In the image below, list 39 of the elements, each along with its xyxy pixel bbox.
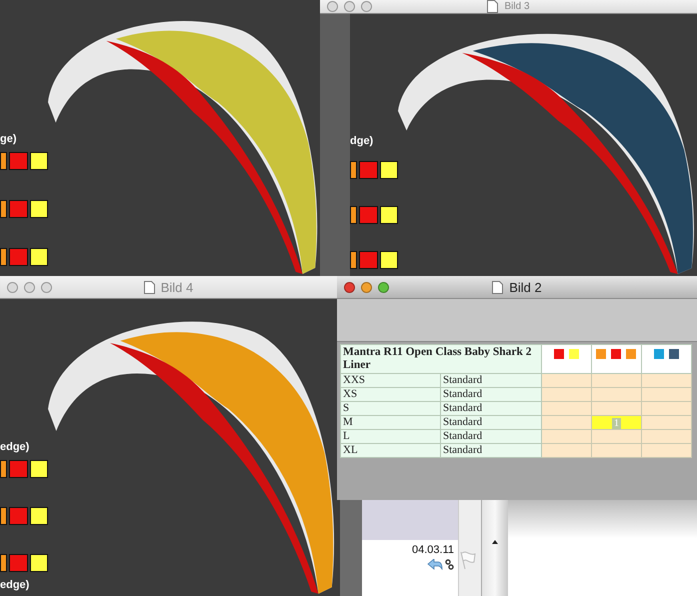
window-control-button[interactable] — [344, 282, 355, 292]
window-control-button[interactable] — [7, 282, 18, 292]
table-cell: XXS — [340, 374, 440, 388]
table-cell: Standard — [440, 416, 542, 430]
legend-caption: edge) — [0, 579, 30, 591]
message-item[interactable]: 04.03.11 — [362, 540, 458, 570]
legend-caption: ge) — [0, 133, 18, 145]
window-control-button[interactable] — [24, 282, 35, 292]
message-date: 04.03.11 — [412, 544, 454, 556]
scrollbar[interactable] — [481, 500, 508, 596]
table-cell: L — [340, 430, 440, 444]
legend-caption: edge) — [0, 441, 30, 453]
table-cell: Standard — [440, 444, 542, 458]
window-control-button[interactable] — [344, 1, 355, 12]
table-cell: XS — [340, 388, 440, 402]
table-cell: Standard — [440, 430, 542, 444]
document-icon — [487, 0, 498, 13]
table-cell: Standard — [440, 388, 542, 402]
document-icon — [492, 280, 504, 294]
reply-arrow-icon — [427, 559, 443, 570]
table-cell: S — [340, 402, 440, 416]
window-control-button[interactable] — [327, 1, 338, 12]
table-cell: M — [340, 416, 440, 430]
scroll-up-arrow-icon[interactable] — [492, 540, 498, 544]
document-icon — [144, 280, 155, 294]
link-icon — [445, 559, 454, 570]
table-heading: Mantra R11 Open Class Baby Shark 2 Liner — [340, 344, 542, 374]
window-title: Bild 3 — [504, 1, 530, 12]
window-title: Bild 4 — [160, 280, 194, 294]
window-control-button[interactable] — [41, 282, 52, 292]
table-cell: Standard — [440, 374, 542, 388]
table-cell: 1 — [592, 416, 642, 430]
window-control-button[interactable] — [361, 282, 372, 292]
window-control-button[interactable] — [378, 282, 389, 292]
table-cell: Standard — [440, 402, 542, 416]
window-title: Bild 2 — [509, 280, 542, 294]
window-control-button[interactable] — [361, 1, 372, 12]
legend-caption: dge) — [350, 135, 374, 147]
table-cell: XL — [340, 444, 440, 458]
